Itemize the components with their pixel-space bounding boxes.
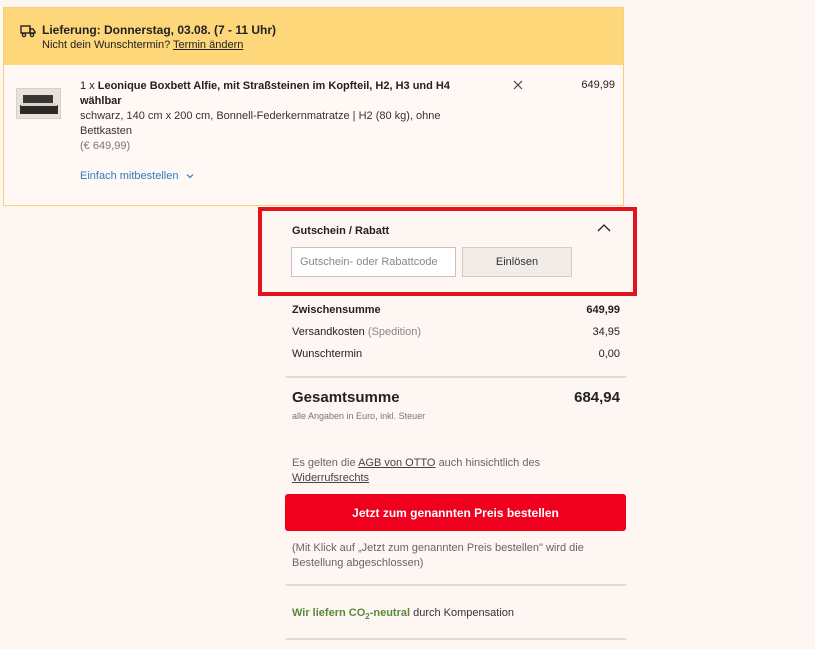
divider [286,638,626,640]
order-note: (Mit Klick auf „Jetzt zum genannten Prei… [292,542,584,569]
coupon-section: Gutschein / Rabatt Einlösen [258,207,637,296]
preferred-date-value: 0,00 [598,348,620,360]
product-quantity: 1 x [80,80,95,92]
legal-middle: auch hinsichtlich des [438,457,541,469]
co2-prefix: Wir liefern CO [292,607,366,619]
divider [286,584,626,586]
place-order-button[interactable]: Jetzt zum genannten Preis bestellen [285,494,626,531]
total-note: alle Angaben in Euro, inkl. Steuer [292,411,426,421]
delivery-subtitle: Nicht dein Wunschtermin? Termin ändern [42,39,243,51]
truck-icon [20,25,36,38]
shipping-row: Versandkosten (Spedition) 34,95 [292,326,620,338]
shipping-label: Versandkosten [292,326,365,338]
subtotal-value: 649,99 [586,304,620,316]
subtotal-label: Zwischensumme [292,304,381,316]
delivery-subtitle-text: Nicht dein Wunschtermin? [42,39,171,51]
product-title: 1 x Leonique Boxbett Alfie, mit Straßste… [80,79,470,109]
delivery-box: Lieferung: Donnerstag, 03.08. (7 - 11 Uh… [3,7,624,206]
coupon-code-input[interactable] [291,247,456,277]
shipping-method: (Spedition) [367,326,422,338]
close-icon[interactable] [512,79,524,91]
shipping-value: 34,95 [592,326,620,338]
total-value: 684,94 [574,389,620,406]
preferred-date-row: Wunschtermin 0,00 [292,348,620,360]
co2-suffix: -neutral [369,607,411,619]
product-name: Leonique Boxbett Alfie, mit Straßsteinen… [80,80,450,107]
agb-link[interactable]: AGB von OTTO [358,457,435,469]
chevron-up-icon[interactable] [597,223,611,233]
co2-neutral-label: Wir liefern CO2-neutral [292,607,411,621]
product-image [16,88,61,119]
co2-rest: durch Kompensation [413,607,515,619]
redeem-button[interactable]: Einlösen [462,247,572,277]
subtotal-row: Zwischensumme 649,99 [292,304,620,316]
product-description: schwarz, 140 cm x 200 cm, Bonnell-Federk… [80,110,441,137]
change-date-link[interactable]: Termin ändern [173,39,243,51]
legal-prefix: Es gelten die [292,457,356,469]
legal-notice: Es gelten die AGB von OTTO auch hinsicht… [292,456,592,486]
product-price: 649,99 [581,79,615,91]
chevron-down-icon [186,174,193,179]
shipping-label-wrap: Versandkosten (Spedition) [292,326,421,338]
coupon-title: Gutschein / Rabatt [292,225,390,237]
delivery-header: Lieferung: Donnerstag, 03.08. (7 - 11 Uh… [4,8,623,65]
addon-link[interactable]: Einfach mitbestellen [80,170,194,182]
addon-link-label: Einfach mitbestellen [80,170,179,182]
total-label: Gesamtsumme [292,389,400,406]
withdrawal-link[interactable]: Widerrufsrechts [292,472,369,484]
co2-notice: Wir liefern CO2-neutral durch Kompensati… [292,607,514,621]
delivery-title: Lieferung: Donnerstag, 03.08. (7 - 11 Uh… [42,23,277,37]
divider [286,376,626,378]
preferred-date-label: Wunschtermin [292,348,363,360]
product-unit-price: (€ 649,99) [80,140,131,152]
